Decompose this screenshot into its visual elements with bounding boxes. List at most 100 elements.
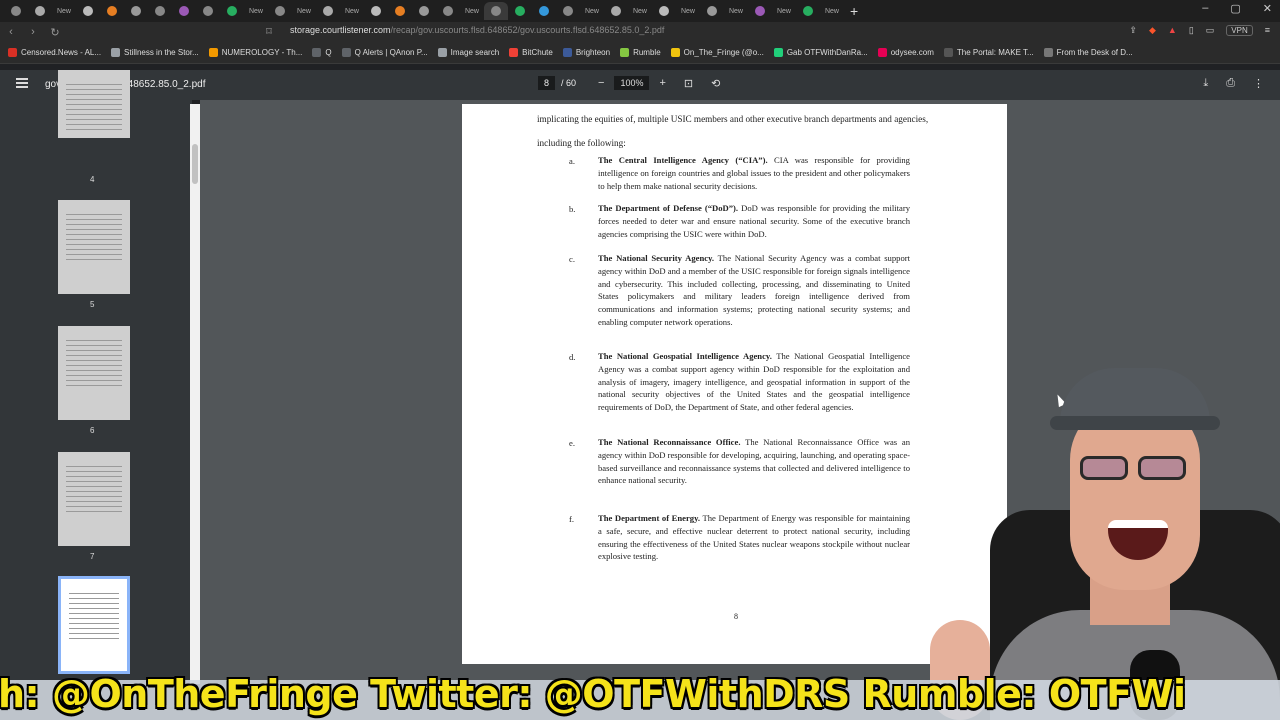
back-icon[interactable]: ‹ [0,26,22,38]
browser-tab[interactable] [412,2,436,20]
wallet-icon[interactable]: ▭ [1206,25,1215,36]
browser-tab[interactable] [148,2,172,20]
bookmark-item[interactable]: odysee.com [877,48,934,57]
zoom-out-icon[interactable]: − [598,77,604,89]
bookmark-favicon-icon [1043,48,1053,57]
browser-tab[interactable] [364,2,388,20]
sidebar-toggle-icon[interactable]: ▯ [1189,25,1194,36]
bookmark-item[interactable]: Q [312,48,332,57]
browser-tab[interactable] [508,2,532,20]
browser-tab[interactable]: New [772,2,796,20]
bookmark-icon[interactable]: ⌑ [258,25,280,38]
share-icon[interactable]: ⇪ [1129,25,1137,36]
tab-favicon-icon [83,6,93,16]
page-thumbnail[interactable] [58,452,130,546]
bookmark-item[interactable]: Image search [437,48,500,57]
browser-tab[interactable] [28,2,52,20]
close-icon[interactable]: ✕ [1263,2,1272,15]
bookmark-item[interactable]: Brighteon [562,48,610,57]
thumbnail-text-line [66,355,122,356]
browser-tab[interactable] [76,2,100,20]
browser-tab[interactable]: New [820,2,844,20]
vpn-button[interactable]: VPN [1226,25,1253,36]
browser-tab[interactable] [532,2,556,20]
more-options-icon[interactable]: ⋮ [1253,77,1264,90]
browser-tab[interactable]: New [628,2,652,20]
browser-tab[interactable]: New [244,2,268,20]
browser-tab[interactable] [484,2,508,20]
bookmark-item[interactable]: The Portal: MAKE T... [943,48,1034,57]
browser-tab[interactable] [196,2,220,20]
browser-tab[interactable]: New [580,2,604,20]
bookmark-label: Image search [450,48,500,57]
rewards-icon[interactable]: ▲ [1168,25,1177,36]
bookmark-item[interactable]: Stillness in the Stor... [111,48,199,57]
minimize-icon[interactable]: – [1202,2,1208,15]
bookmark-label: Q Alerts | QAnon P... [354,48,428,57]
browser-tab[interactable]: New [460,2,484,20]
browser-tab[interactable] [268,2,292,20]
bookmark-item[interactable]: Q Alerts | QAnon P... [341,48,428,57]
sidebar-scrollbar[interactable] [190,104,200,684]
banner-text: h: @OnTheFringe Twitter: @OTFWithDRS Rum… [0,672,1186,716]
browser-menu-icon[interactable]: ≡ [1265,25,1270,36]
browser-tab[interactable] [220,2,244,20]
maximize-icon[interactable]: ▢ [1230,2,1240,15]
tab-favicon-icon [539,6,549,16]
brave-shield-icon[interactable]: ◆ [1149,25,1156,36]
webcam-overlay [930,360,1280,720]
browser-tab[interactable] [100,2,124,20]
zoom-level-input[interactable]: 100% [614,76,650,90]
print-icon[interactable]: ⎙ [1226,77,1235,90]
thumbnail-text-line [66,114,122,115]
page-thumbnail[interactable] [58,576,130,674]
browser-tab[interactable]: New [52,2,76,20]
browser-tab[interactable] [556,2,580,20]
browser-tab[interactable] [652,2,676,20]
list-item: The National Reconnaissance Office. The … [598,436,910,487]
page-thumbnail[interactable] [58,70,130,138]
browser-tab[interactable] [796,2,820,20]
tab-favicon-icon [395,6,405,16]
bookmark-item[interactable]: NUMEROLOGY - Th... [208,48,302,57]
list-item-letter: c. [569,254,575,264]
zoom-in-icon[interactable]: + [659,77,665,89]
browser-tab[interactable] [604,2,628,20]
thumbnail-text-line [66,259,122,260]
rotate-icon[interactable]: ⟲ [711,77,720,90]
browser-tab[interactable] [316,2,340,20]
browser-tab[interactable] [700,2,724,20]
bookmark-item[interactable]: Censored.News - AL... [8,48,101,57]
browser-tab[interactable]: New [724,2,748,20]
browser-tab[interactable] [172,2,196,20]
url-field[interactable]: storage.courtlistener.com/recap/gov.usco… [290,25,664,35]
browser-tab[interactable] [388,2,412,20]
menu-icon[interactable] [16,78,28,88]
list-item-text: The National Security Agency was a comba… [598,253,910,327]
page-thumbnail[interactable] [58,326,130,420]
bookmark-item[interactable]: From the Desk of D... [1043,48,1133,57]
page-thumbnail[interactable] [58,200,130,294]
browser-tab[interactable]: New [676,2,700,20]
forward-icon[interactable]: › [22,26,44,38]
scrollbar-thumb[interactable] [192,144,198,184]
list-item-title: The National Geospatial Intelligence Age… [598,351,772,361]
browser-tab[interactable] [124,2,148,20]
bookmark-item[interactable]: BitChute [509,48,553,57]
browser-tab[interactable] [436,2,460,20]
browser-tab[interactable]: New [340,2,364,20]
thumbnail-text-line [69,603,119,604]
tab-favicon-icon [107,6,117,16]
download-icon[interactable]: ⤓ [1203,77,1208,90]
bookmark-item[interactable]: Gab OTFWithDanRa... [773,48,868,57]
reload-icon[interactable]: ↻ [44,26,66,39]
fit-page-icon[interactable]: ⊡ [684,77,693,90]
bookmark-item[interactable]: On_The_Fringe (@o... [670,48,764,57]
browser-tab[interactable]: New [292,2,316,20]
new-tab-icon[interactable]: + [850,3,858,19]
thumbnail-text-line [66,345,122,346]
page-number-input[interactable]: 8 [538,76,556,90]
bookmark-item[interactable]: Rumble [620,48,661,57]
browser-tab[interactable] [748,2,772,20]
browser-tab[interactable] [4,2,28,20]
